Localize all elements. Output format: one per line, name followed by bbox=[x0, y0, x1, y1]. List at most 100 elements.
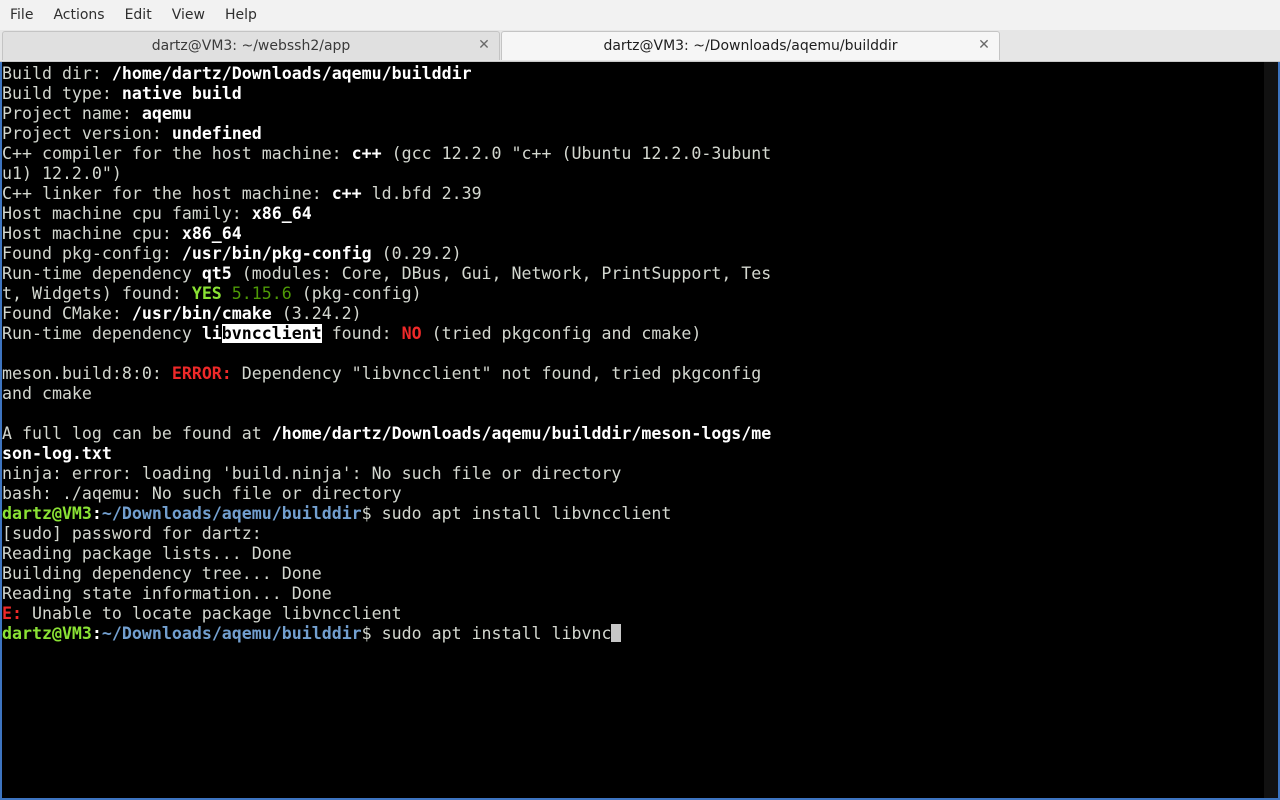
terminal-text: Host machine cpu family: bbox=[2, 204, 252, 223]
terminal-text: x86_64 bbox=[181, 224, 242, 243]
close-icon[interactable]: ✕ bbox=[477, 38, 491, 52]
terminal-line: bash: ./aqemu: No such file or directory bbox=[2, 484, 1262, 504]
terminal-line: ninja: error: loading 'build.ninja': No … bbox=[2, 464, 1262, 484]
terminal-text: c++ bbox=[351, 144, 382, 163]
terminal-text: ld.bfd 2.39 bbox=[361, 184, 482, 203]
terminal-text: Run-time dependency bbox=[2, 264, 202, 283]
terminal-view[interactable]: Build dir: /home/dartz/Downloads/aqemu/b… bbox=[0, 62, 1280, 800]
terminal-text: Project name: bbox=[2, 104, 142, 123]
tab-title: dartz@VM3: ~/Downloads/aqemu/builddir bbox=[603, 38, 898, 54]
terminal-text: li bbox=[201, 324, 222, 343]
terminal-text: (modules: Core, DBus, Gui, Network, Prin… bbox=[231, 264, 772, 283]
terminal-text: /usr/bin/pkg-config bbox=[181, 244, 372, 263]
terminal-line: Host machine cpu: x86_64 bbox=[2, 224, 1262, 244]
terminal-text: t, Widgets) found: bbox=[2, 284, 192, 303]
terminal-line: C++ linker for the host machine: c++ ld.… bbox=[2, 184, 1262, 204]
terminal-text: : bbox=[91, 504, 102, 523]
terminal-text: (tried pkgconfig and cmake) bbox=[421, 324, 702, 343]
terminal-text: E: bbox=[2, 604, 22, 623]
terminal-line: C++ compiler for the host machine: c++ (… bbox=[2, 144, 1262, 164]
menu-edit[interactable]: Edit bbox=[115, 0, 162, 30]
terminal-text: Found CMake: bbox=[2, 304, 132, 323]
terminal-text: bash: ./aqemu: No such file or directory bbox=[2, 484, 402, 503]
terminal-text: ERROR: bbox=[171, 364, 232, 383]
terminal-text: meson.build:8:0: bbox=[2, 364, 172, 383]
terminal-line: u1) 12.2.0") bbox=[2, 164, 1262, 184]
terminal-text: and cmake bbox=[2, 384, 92, 403]
terminal-text: Build type: bbox=[2, 84, 122, 103]
terminal-text: (gcc 12.2.0 "c++ (Ubuntu 12.2.0-3ubunt bbox=[381, 144, 772, 163]
terminal-text: 5.15.6 bbox=[221, 284, 292, 303]
terminal-text: /home/dartz/Downloads/aqemu/builddir/mes… bbox=[271, 424, 772, 443]
terminal-line: t, Widgets) found: YES 5.15.6 (pkg-confi… bbox=[2, 284, 1262, 304]
terminal-line: Reading state information... Done bbox=[2, 584, 1262, 604]
terminal-text: YES bbox=[191, 284, 222, 303]
menu-help[interactable]: Help bbox=[215, 0, 267, 30]
tab-title: dartz@VM3: ~/webssh2/app bbox=[151, 38, 351, 54]
terminal-line: E: Unable to locate package libvncclient bbox=[2, 604, 1262, 624]
terminal-line: Build dir: /home/dartz/Downloads/aqemu/b… bbox=[2, 64, 1262, 84]
terminal-line: Build type: native build bbox=[2, 84, 1262, 104]
terminal-text: (3.24.2) bbox=[271, 304, 362, 323]
terminal-text: u1) 12.2.0") bbox=[2, 164, 122, 183]
terminal-text: /usr/bin/cmake bbox=[131, 304, 272, 323]
terminal-text: son-log.txt bbox=[2, 444, 112, 463]
terminal-line: Reading package lists... Done bbox=[2, 544, 1262, 564]
terminal-text: ~/Downloads/aqemu/builddir bbox=[101, 504, 362, 523]
terminal-line: A full log can be found at /home/dartz/D… bbox=[2, 424, 1262, 444]
terminal-line: [sudo] password for dartz: bbox=[2, 524, 1262, 544]
close-icon[interactable]: ✕ bbox=[977, 38, 991, 52]
terminal-line: and cmake bbox=[2, 384, 1262, 404]
terminal-text: Build dir: bbox=[2, 64, 112, 83]
terminal-text: qt5 bbox=[201, 264, 232, 283]
terminal-text: /home/dartz/Downloads/aqemu/builddir bbox=[111, 64, 472, 83]
terminal-text: Host machine cpu: bbox=[2, 224, 182, 243]
terminal-line: Host machine cpu family: x86_64 bbox=[2, 204, 1262, 224]
terminal-line: Project version: undefined bbox=[2, 124, 1262, 144]
terminal-text: native build bbox=[121, 84, 242, 103]
terminal-text: (0.29.2) bbox=[371, 244, 462, 263]
terminal-text: [sudo] password for dartz: bbox=[2, 524, 262, 543]
terminal-text: Reading state information... Done bbox=[2, 584, 332, 603]
menu-file[interactable]: File bbox=[0, 0, 43, 30]
menu-bar: File Actions Edit View Help bbox=[0, 0, 1280, 30]
terminal-text: (pkg-config) bbox=[291, 284, 422, 303]
terminal-text: A full log can be found at bbox=[2, 424, 272, 443]
terminal-text: found: bbox=[321, 324, 402, 343]
terminal-text: ~/Downloads/aqemu/builddir bbox=[101, 624, 362, 643]
terminal-text: Unable to locate package libvncclient bbox=[21, 604, 402, 623]
tab-bar: dartz@VM3: ~/webssh2/app ✕ dartz@VM3: ~/… bbox=[0, 30, 1280, 62]
terminal-text: ninja: error: loading 'build.ninja': No … bbox=[2, 464, 622, 483]
terminal-line: Run-time dependency qt5 (modules: Core, … bbox=[2, 264, 1262, 284]
terminal-line: Building dependency tree... Done bbox=[2, 564, 1262, 584]
terminal-text: : bbox=[91, 624, 102, 643]
terminal-text: x86_64 bbox=[251, 204, 312, 223]
terminal-output: Build dir: /home/dartz/Downloads/aqemu/b… bbox=[2, 64, 1262, 644]
terminal-line: meson.build:8:0: ERROR: Dependency "libv… bbox=[2, 364, 1262, 384]
menu-view[interactable]: View bbox=[162, 0, 215, 30]
terminal-text: undefined bbox=[171, 124, 262, 143]
terminal-line: dartz@VM3:~/Downloads/aqemu/builddir$ su… bbox=[2, 624, 1262, 644]
text-cursor bbox=[611, 624, 622, 642]
terminal-line: Found CMake: /usr/bin/cmake (3.24.2) bbox=[2, 304, 1262, 324]
terminal-text: Project version: bbox=[2, 124, 172, 143]
terminal-text: Dependency "libvncclient" not found, tri… bbox=[231, 364, 762, 383]
terminal-scrollbar[interactable] bbox=[1264, 62, 1278, 798]
tab-builddir[interactable]: dartz@VM3: ~/Downloads/aqemu/builddir ✕ bbox=[501, 31, 1000, 60]
terminal-line: Project name: aqemu bbox=[2, 104, 1262, 124]
terminal-text: $ sudo apt install libvnc bbox=[361, 624, 612, 643]
terminal-text: Run-time dependency bbox=[2, 324, 202, 343]
terminal-text: C++ compiler for the host machine: bbox=[2, 144, 352, 163]
terminal-text: dartz@VM3 bbox=[2, 624, 92, 643]
terminal-text: Reading package lists... Done bbox=[2, 544, 292, 563]
terminal-text: $ sudo apt install libvncclient bbox=[361, 504, 672, 523]
terminal-text: dartz@VM3 bbox=[2, 504, 92, 523]
terminal-text: c++ bbox=[331, 184, 362, 203]
terminal-line: dartz@VM3:~/Downloads/aqemu/builddir$ su… bbox=[2, 504, 1262, 524]
tab-webssh2[interactable]: dartz@VM3: ~/webssh2/app ✕ bbox=[2, 31, 500, 60]
terminal-text: C++ linker for the host machine: bbox=[2, 184, 332, 203]
terminal-line: Found pkg-config: /usr/bin/pkg-config (0… bbox=[2, 244, 1262, 264]
menu-actions[interactable]: Actions bbox=[43, 0, 114, 30]
